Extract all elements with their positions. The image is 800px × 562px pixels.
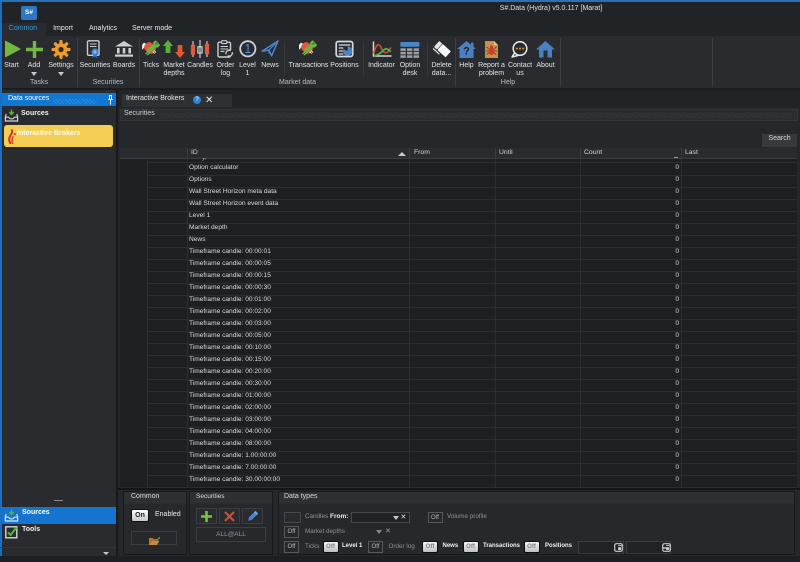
svg-text:?: ?: [463, 46, 470, 58]
svg-text:1: 1: [244, 42, 251, 56]
